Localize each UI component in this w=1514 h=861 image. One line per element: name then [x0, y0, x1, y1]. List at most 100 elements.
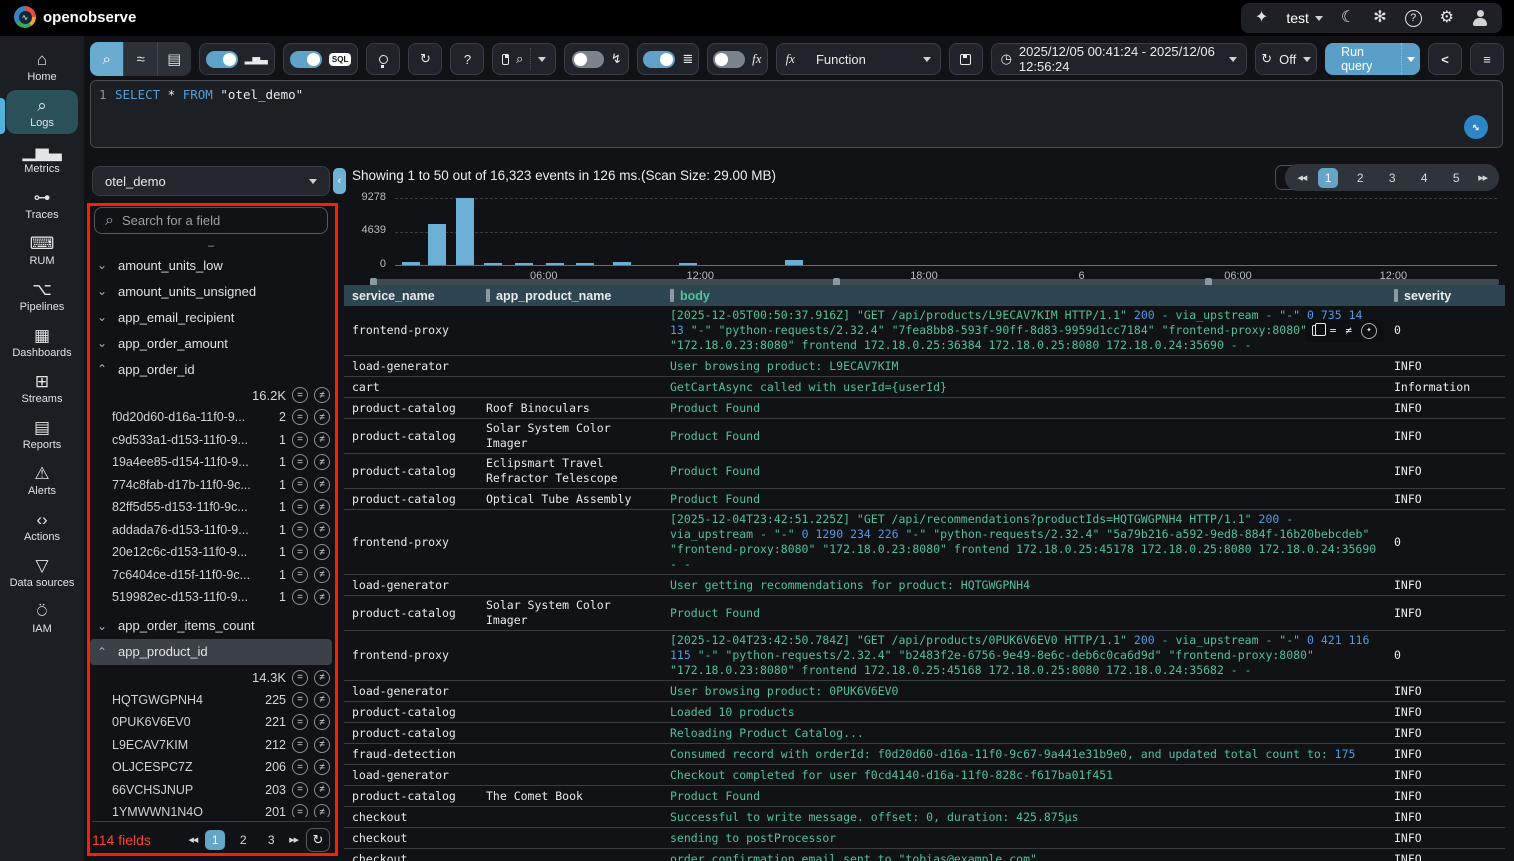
- field-value-row[interactable]: f0d20d60-d16a-11f0-9... 2 = ≠: [90, 406, 332, 429]
- not-equals-filter-icon[interactable]: ≠: [314, 589, 330, 605]
- slack-icon[interactable]: ✻: [1373, 10, 1386, 26]
- sidebar-item-traces[interactable]: ⊶ Traces: [6, 182, 78, 226]
- app_order_id[interactable]: ⌃ app_order_id: [90, 356, 332, 382]
- not-equals-filter-icon[interactable]: ≠: [314, 499, 330, 515]
- save-function-button[interactable]: [949, 43, 983, 75]
- equals-filter-icon[interactable]: =: [292, 567, 308, 583]
- log-table-row[interactable]: load-generator User getting recommendati…: [344, 575, 1505, 596]
- interesting-fields-tab[interactable]: ▤: [157, 42, 191, 76]
- run-query-button[interactable]: Run query: [1325, 43, 1420, 75]
- query-help-button[interactable]: ?: [450, 43, 484, 75]
- log-table-row[interactable]: product-catalog Roof Binoculars Product …: [344, 398, 1505, 419]
- field-value-row[interactable]: addada76-d153-11f0-9... 1 = ≠: [90, 519, 332, 542]
- header-service-name[interactable]: service_name: [344, 285, 478, 306]
- sidebar-item-streams[interactable]: ⊞ Streams: [6, 366, 78, 410]
- time-range-picker[interactable]: ◷ 2025/12/05 00:41:24 - 2025/12/06 12:56…: [991, 43, 1248, 75]
- pager-first-icon[interactable]: ◀◀: [188, 836, 197, 844]
- ai-sparkle-icon[interactable]: ✦: [1255, 10, 1268, 26]
- fx-toggle[interactable]: [713, 51, 745, 68]
- histogram-toggle-button[interactable]: ▂▅▃: [199, 43, 275, 75]
- field-value-row[interactable]: 82ff5d55-d153-11f0-9c... 1 = ≠: [90, 496, 332, 519]
- field-value-row[interactable]: 19a4ee85-d154-11f0-9... 1 = ≠: [90, 451, 332, 474]
- dark-mode-moon-icon[interactable]: ☾: [1341, 10, 1355, 26]
- field-value-row[interactable]: HQTGWGPNH4 225 = ≠: [90, 689, 332, 712]
- histogram-bar[interactable]: [576, 263, 594, 265]
- pager-last-icon[interactable]: ▶▶: [1478, 174, 1487, 182]
- sidebar-item-rum[interactable]: ⌨ RUM: [6, 228, 78, 272]
- sql-query-text[interactable]: SELECT * FROM "otel_demo": [115, 87, 303, 102]
- equals-filter-icon[interactable]: =: [292, 477, 308, 493]
- reset-filters-button[interactable]: ↻: [408, 43, 442, 75]
- fx-toggle-button[interactable]: fx: [707, 43, 767, 75]
- not-equals-filter-icon[interactable]: ≠: [314, 670, 330, 686]
- field-chevron-icon[interactable]: ⌄: [96, 310, 108, 324]
- not-equals-filter-icon[interactable]: ≠: [314, 522, 330, 538]
- wrap-lines-toggle-button[interactable]: ≣: [637, 43, 699, 75]
- equals-filter-icon[interactable]: =: [292, 804, 308, 817]
- results-page-button[interactable]: 1: [1318, 168, 1338, 188]
- field-chevron-icon[interactable]: ⌄: [96, 619, 108, 633]
- log-table-row[interactable]: product-catalog Eclipsmart Travel Refrac…: [344, 454, 1505, 489]
- sql-mode-toggle[interactable]: [290, 51, 322, 68]
- log-table-row[interactable]: fraud-detection Consumed record with ord…: [344, 744, 1505, 765]
- equals-filter-icon[interactable]: =: [292, 454, 308, 470]
- results-page-button[interactable]: 3: [1382, 168, 1402, 188]
- field-value-row[interactable]: c9d533a1-d153-11f0-9... 1 = ≠: [90, 429, 332, 452]
- histogram-toggle[interactable]: [206, 51, 238, 68]
- histogram-bar[interactable]: [785, 260, 803, 265]
- log-table-row[interactable]: checkout sending to postProcessor = ≠ ✦ …: [344, 828, 1505, 849]
- amount_units_unsigned[interactable]: ⌄ amount_units_unsigned: [90, 278, 332, 304]
- row-hover-actions[interactable]: = ≠ ✦: [1305, 320, 1384, 342]
- sidebar-item-pipelines[interactable]: ⌥ Pipelines: [6, 274, 78, 318]
- chevron-down-icon[interactable]: [538, 57, 546, 62]
- equals-filter-icon[interactable]: =: [292, 714, 308, 730]
- field-value-row[interactable]: 1YMWWN1N4O 201 = ≠: [90, 801, 332, 817]
- histogram-bar[interactable]: [546, 263, 564, 265]
- histogram-bar[interactable]: [428, 224, 446, 265]
- app_order_items_count[interactable]: ⌄ app_order_items_count: [90, 613, 332, 639]
- field-chevron-icon[interactable]: ⌄: [96, 336, 108, 350]
- stream-select[interactable]: otel_demo: [92, 166, 330, 196]
- sql-editor[interactable]: 1 SELECT * FROM "otel_demo" ↔: [90, 80, 1503, 148]
- field-search-input[interactable]: [122, 213, 317, 228]
- log-table-row[interactable]: product-catalog Loaded 10 products = ≠ ✦…: [344, 702, 1505, 723]
- sidebar-item-metrics[interactable]: ▁▅▃ Metrics: [6, 136, 78, 180]
- sidebar-item-data-sources[interactable]: ▽ Data sources: [6, 550, 78, 594]
- settings-gear-icon[interactable]: ⚙: [1440, 10, 1454, 26]
- pager-last-icon[interactable]: ▶▶: [289, 836, 298, 844]
- log-table-row[interactable]: frontend-proxy [2025-12-04T23:42:50.784Z…: [344, 631, 1505, 681]
- field-chevron-icon[interactable]: ⌃: [96, 645, 108, 659]
- equals-filter-icon[interactable]: =: [292, 499, 308, 515]
- app_email_recipient[interactable]: ⌄ app_email_recipient: [90, 304, 332, 330]
- not-equals-filter-icon[interactable]: ≠: [314, 544, 330, 560]
- log-table-row[interactable]: cart GetCartAsync called with userId={us…: [344, 377, 1505, 398]
- not-equals-filter-icon[interactable]: ≠: [1345, 323, 1352, 338]
- histogram-bar[interactable]: [613, 262, 631, 265]
- histogram-bar[interactable]: [456, 198, 474, 265]
- ai-sparkle-icon[interactable]: ✦: [1361, 323, 1377, 339]
- more-menu-button[interactable]: ≡: [1470, 43, 1504, 75]
- wrap-toggle[interactable]: [643, 51, 675, 68]
- trend-chart-tab[interactable]: ≈: [123, 42, 157, 76]
- sidebar-item-dashboards[interactable]: ▦ Dashboards: [6, 320, 78, 364]
- app_order_amount[interactable]: ⌄ app_order_amount: [90, 330, 332, 356]
- saved-views-button[interactable]: ⌕: [492, 43, 556, 75]
- field-value-row[interactable]: L9ECAV7KIM 212 = ≠: [90, 734, 332, 757]
- user-avatar-icon[interactable]: [1472, 10, 1488, 26]
- log-table-row[interactable]: frontend-proxy [2025-12-05T00:50:37.916Z…: [344, 306, 1505, 356]
- histogram-bar[interactable]: [484, 263, 502, 265]
- header-app-product-name[interactable]: app_product_name: [478, 285, 662, 306]
- collapse-fields-panel-button[interactable]: ‹: [333, 168, 346, 194]
- sidebar-item-home[interactable]: ⌂ Home: [6, 44, 78, 88]
- help-icon[interactable]: ?: [1405, 10, 1422, 27]
- log-table-row[interactable]: product-catalog The Comet Book Product F…: [344, 786, 1505, 807]
- not-equals-filter-icon[interactable]: ≠: [314, 387, 330, 403]
- not-equals-filter-icon[interactable]: ≠: [314, 692, 330, 708]
- fields-page-button[interactable]: 2: [233, 830, 253, 850]
- histogram-bar[interactable]: [679, 263, 697, 265]
- field-value-row[interactable]: 0PUK6V6EV0 221 = ≠: [90, 711, 332, 734]
- quick-mode-toggle-button[interactable]: ↯: [564, 43, 629, 75]
- share-button[interactable]: <: [1428, 43, 1462, 75]
- run-query-dropdown[interactable]: [1401, 43, 1420, 75]
- field-value-row[interactable]: OLJCESPC7Z 206 = ≠: [90, 756, 332, 779]
